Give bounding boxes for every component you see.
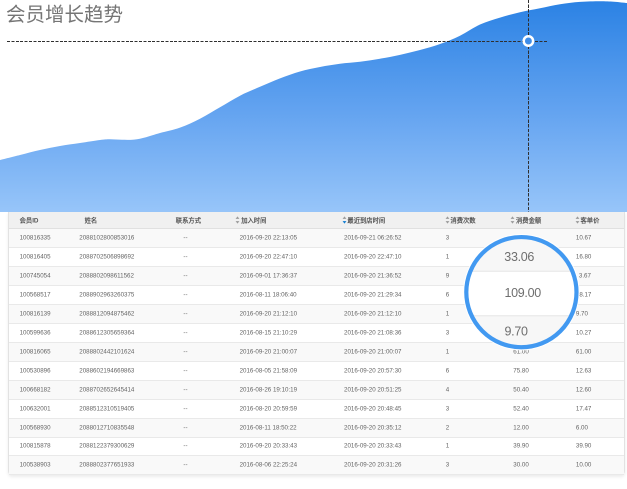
svg-text:9.70: 9.70 — [505, 324, 528, 338]
svg-text:109.00: 109.00 — [504, 286, 541, 300]
svg-text:33.06: 33.06 — [504, 250, 534, 264]
